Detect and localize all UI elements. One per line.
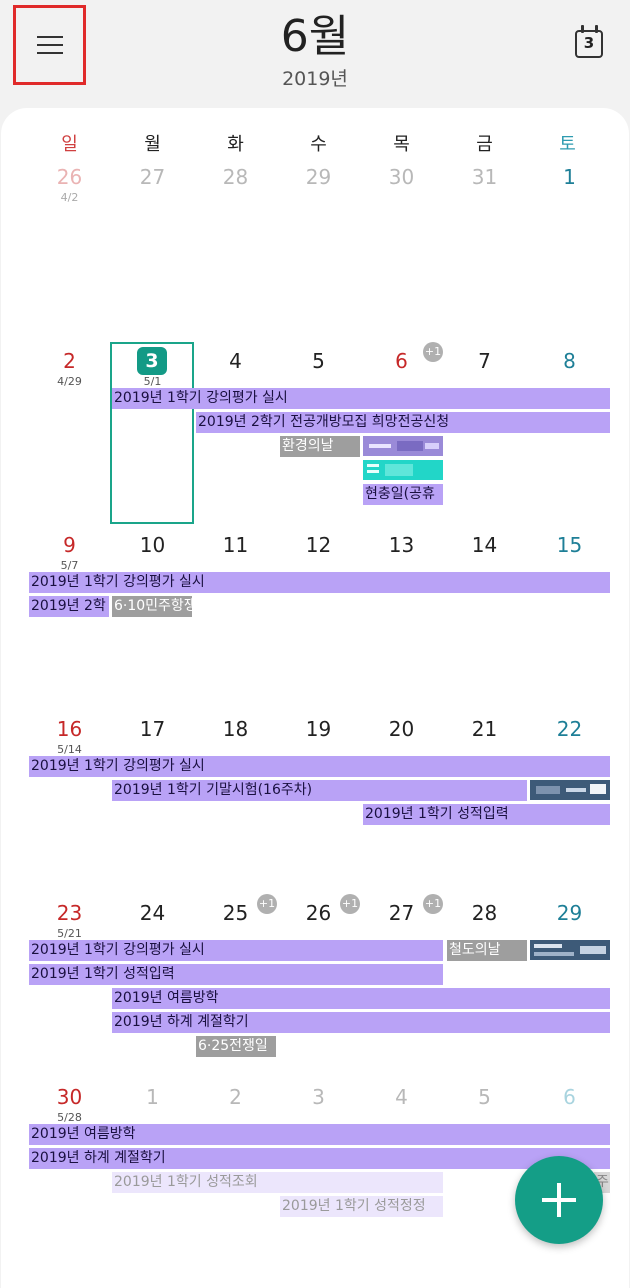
date-cell[interactable]: 15 — [528, 533, 611, 557]
blurred-event[interactable] — [530, 940, 610, 960]
date-cell[interactable]: 5 — [277, 349, 360, 373]
event-bar[interactable]: 2019년 2학 — [29, 596, 109, 617]
date-cell[interactable]: 13 — [360, 533, 443, 557]
lunar-date: 5/21 — [57, 927, 82, 940]
date-cell[interactable]: 26 — [28, 165, 111, 189]
weekday-fri: 금 — [476, 134, 493, 155]
date-cell[interactable]: 17 — [111, 717, 194, 741]
date-cell[interactable]: 23 — [28, 901, 111, 925]
lunar-date: 5/7 — [60, 559, 79, 572]
date-cell[interactable]: 19 — [277, 717, 360, 741]
blurred-event[interactable] — [363, 436, 443, 456]
lunar-date: 5/28 — [57, 1111, 82, 1124]
event-bar[interactable]: 6·10민주항쟁 — [112, 596, 192, 617]
date-cell[interactable]: 14 — [443, 533, 526, 557]
lunar-date: 5/1 — [143, 375, 162, 388]
event-bar[interactable]: 2019년 1학기 강의평가 실시 — [112, 388, 610, 409]
event-bar[interactable]: 2019년 여름방학 — [29, 1124, 610, 1145]
date-cell[interactable]: 1 — [111, 1085, 194, 1109]
date-cell[interactable]: 8 — [528, 349, 611, 373]
event-bar[interactable]: 2019년 하계 계절학기 — [29, 1148, 610, 1169]
date-cell[interactable]: 30 — [28, 1085, 111, 1109]
event-bar[interactable]: 2019년 1학기 성적조회 — [112, 1172, 443, 1193]
today-button[interactable]: 3 — [573, 24, 605, 60]
weekday-sat: 토 — [559, 134, 576, 155]
date-cell[interactable]: 24 — [111, 901, 194, 925]
date-cell[interactable]: 1 — [528, 165, 611, 189]
date-cell[interactable]: 27 — [111, 165, 194, 189]
event-bar[interactable]: 2019년 1학기 성적입력 — [363, 804, 610, 825]
date-cell[interactable]: 11 — [194, 533, 277, 557]
date-cell[interactable]: 31 — [443, 165, 526, 189]
date-cell[interactable]: 16 — [28, 717, 111, 741]
event-bar[interactable]: 철도의날 — [447, 940, 527, 961]
date-cell[interactable]: 4 — [360, 1085, 443, 1109]
today-date[interactable]: 3 — [137, 347, 167, 375]
event-bar[interactable]: 2019년 여름방학 — [112, 988, 610, 1009]
date-cell[interactable]: 18 — [194, 717, 277, 741]
date-cell[interactable]: 29 — [528, 901, 611, 925]
lunar-date: 4/2 — [60, 191, 79, 204]
date-cell[interactable]: 10 — [111, 533, 194, 557]
lunar-date: 5/14 — [57, 743, 82, 756]
event-bar[interactable]: 6·25전쟁일 — [196, 1036, 276, 1057]
event-bar[interactable]: 2019년 1학기 강의평가 실시 — [29, 572, 610, 593]
weekday-wed: 수 — [310, 134, 327, 155]
event-bar[interactable]: 2019년 1학기 성적입력 — [29, 964, 443, 985]
blurred-event[interactable] — [363, 460, 443, 480]
date-cell[interactable]: 29 — [277, 165, 360, 189]
weekday-mon: 월 — [144, 134, 161, 155]
date-cell[interactable]: 5 — [443, 1085, 526, 1109]
more-events-badge[interactable]: +1 — [423, 342, 443, 362]
date-cell[interactable]: 20 — [360, 717, 443, 741]
event-bar[interactable]: 2019년 1학기 강의평가 실시 — [29, 940, 443, 961]
event-bar[interactable]: 2019년 2학기 전공개방모집 희망전공신청 — [196, 412, 610, 433]
year-subtitle: 2019년 — [282, 68, 348, 90]
date-cell[interactable]: 2 — [194, 1085, 277, 1109]
date-cell[interactable]: 30 — [360, 165, 443, 189]
date-cell[interactable]: 7 — [443, 349, 526, 373]
more-events-badge[interactable]: +1 — [423, 894, 443, 914]
weekday-sun: 일 — [61, 134, 78, 155]
more-events-badge[interactable]: +1 — [257, 894, 277, 914]
date-cell[interactable]: 6 — [528, 1085, 611, 1109]
event-bar[interactable]: 2019년 하계 계절학기 — [112, 1012, 610, 1033]
event-bar[interactable]: 현충일(공휴 — [363, 484, 443, 505]
calendar-today-icon: 3 — [575, 30, 603, 58]
date-cell[interactable]: 28 — [443, 901, 526, 925]
date-cell[interactable]: 4 — [194, 349, 277, 373]
date-cell[interactable]: 28 — [194, 165, 277, 189]
weekday-thu: 목 — [393, 134, 410, 155]
month-title[interactable]: 6월 — [0, 8, 630, 66]
date-cell[interactable]: 12 — [277, 533, 360, 557]
more-events-badge[interactable]: +1 — [340, 894, 360, 914]
weekday-tue: 화 — [227, 134, 244, 155]
lunar-date: 4/29 — [57, 375, 82, 388]
event-bar[interactable]: 2019년 1학기 강의평가 실시 — [29, 756, 610, 777]
event-bar[interactable]: 2019년 1학기 기말시험(16주차) — [112, 780, 527, 801]
date-cell[interactable]: 22 — [528, 717, 611, 741]
date-cell[interactable]: 2 — [28, 349, 111, 373]
blurred-event[interactable] — [530, 780, 610, 800]
event-bar[interactable]: 2019년 1학기 성적정정 — [280, 1196, 443, 1217]
date-cell[interactable]: 3 — [277, 1085, 360, 1109]
event-bar[interactable]: 환경의날 — [280, 436, 360, 457]
date-cell[interactable]: 21 — [443, 717, 526, 741]
add-event-button[interactable] — [515, 1156, 603, 1244]
date-cell[interactable]: 9 — [28, 533, 111, 557]
